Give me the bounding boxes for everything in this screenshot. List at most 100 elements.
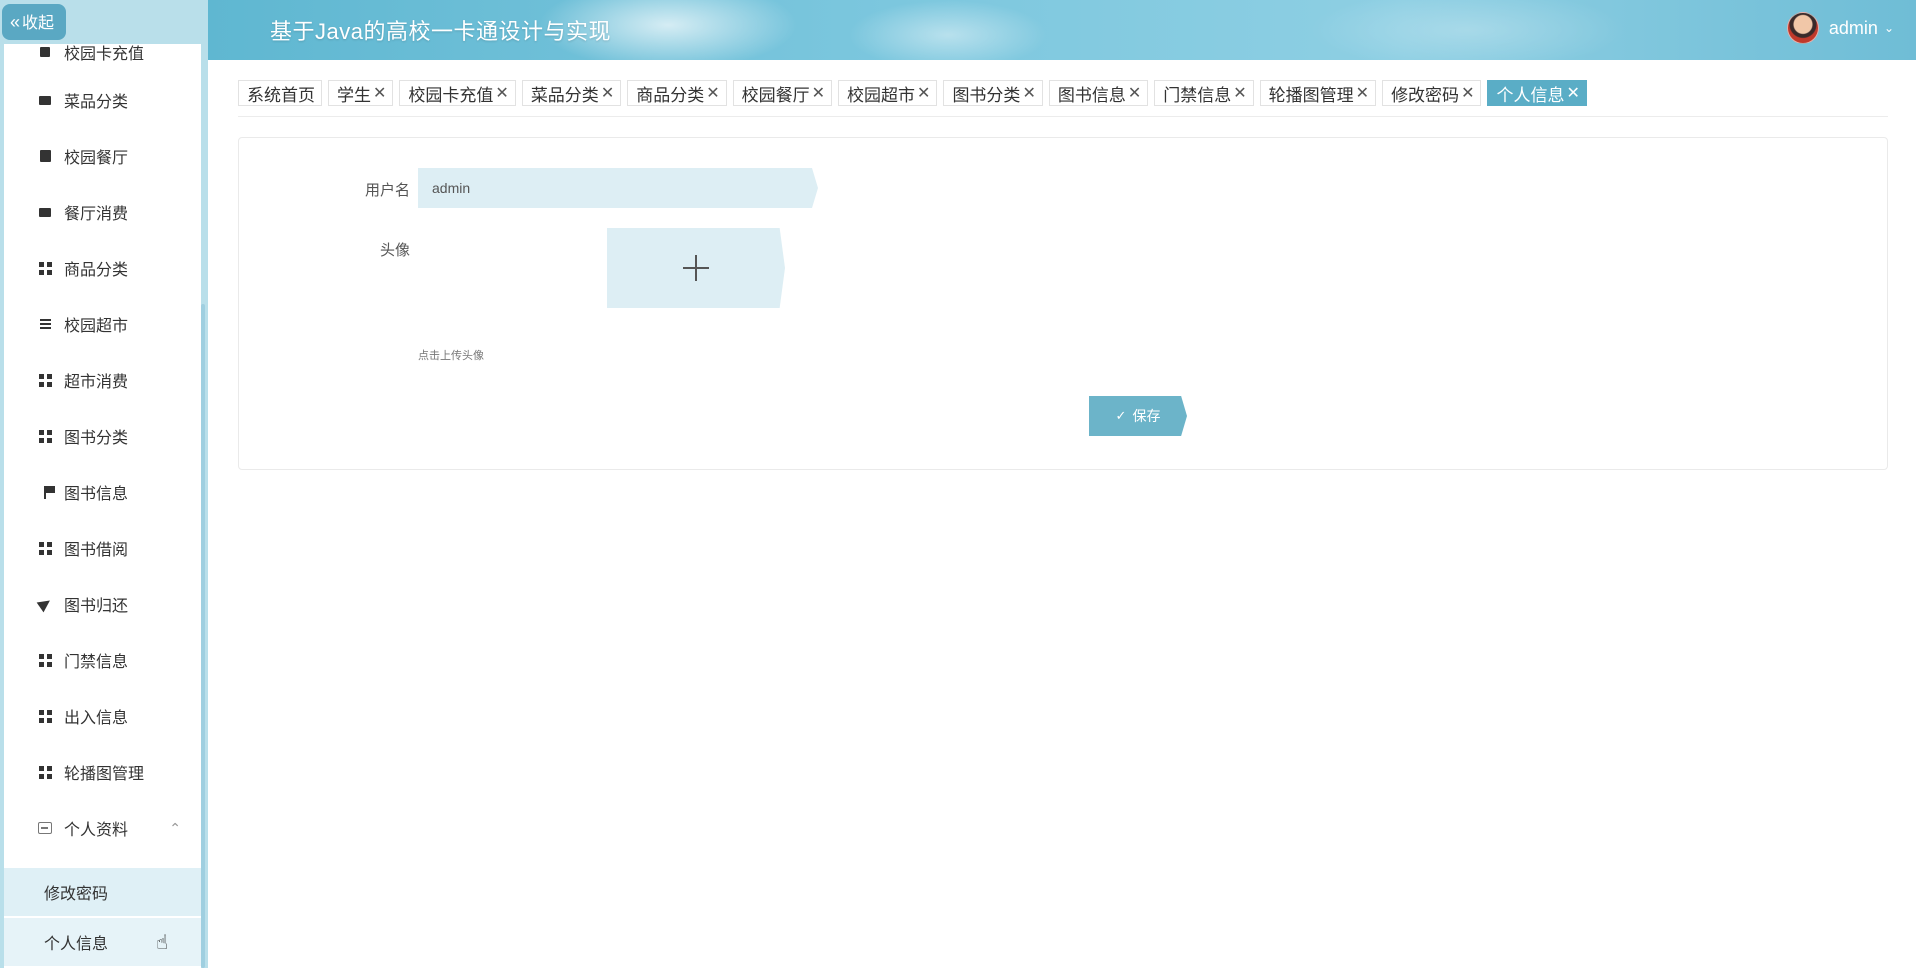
tab-access-control[interactable]: 门禁信息 ✕ bbox=[1154, 80, 1254, 106]
sidebar-item-campus-supermarket[interactable]: 校园超市 bbox=[4, 296, 201, 352]
username-label[interactable]: admin bbox=[1829, 18, 1878, 39]
tab-change-password[interactable]: 修改密码 ✕ bbox=[1382, 80, 1482, 106]
sidebar-item-label: 个人信息 bbox=[44, 936, 109, 953]
tabs-divider bbox=[238, 116, 1888, 117]
grid-icon bbox=[38, 429, 52, 443]
sidebar-item-canteen-consumption[interactable]: 餐厅消费 bbox=[4, 184, 201, 240]
top-header: 基于Java的高校一卡通设计与实现 admin ⌄ bbox=[208, 0, 1916, 60]
tab-label: 系统首页 bbox=[247, 85, 315, 105]
close-icon[interactable]: ✕ bbox=[1356, 83, 1369, 103]
save-button[interactable]: ✓ 保存 bbox=[1089, 396, 1187, 436]
sidebar-item-label: 图书信息 bbox=[64, 486, 129, 503]
chevron-up-icon: ⌃ bbox=[169, 819, 181, 836]
collapse-sidebar-button[interactable]: «收起 bbox=[2, 4, 66, 40]
sidebar-item-label: 超市消费 bbox=[64, 374, 129, 391]
sidebar-item-label: 门禁信息 bbox=[64, 654, 129, 671]
tab-label: 学生 bbox=[337, 85, 371, 105]
tab-label: 校园卡充值 bbox=[408, 85, 494, 105]
sidebar-group-label: 个人资料 bbox=[64, 822, 129, 839]
tab-goods-category[interactable]: 商品分类 ✕ bbox=[627, 80, 727, 106]
sidebar-item-label: 餐厅消费 bbox=[64, 206, 129, 223]
sidebar-item-book-category[interactable]: 图书分类 bbox=[4, 408, 201, 464]
save-label: 保存 bbox=[1132, 408, 1161, 424]
sidebar-scrollbar[interactable] bbox=[201, 304, 205, 968]
tab-campus-card-recharge[interactable]: 校园卡充值 ✕ bbox=[399, 80, 516, 106]
close-icon[interactable]: ✕ bbox=[1566, 83, 1579, 103]
list-icon bbox=[38, 317, 52, 331]
clipboard-icon bbox=[38, 149, 52, 163]
tab-label: 门禁信息 bbox=[1163, 85, 1232, 105]
close-icon[interactable]: ✕ bbox=[1233, 83, 1246, 103]
tab-label: 个人信息 bbox=[1496, 85, 1565, 105]
sidebar-item-label: 校园餐厅 bbox=[64, 150, 129, 167]
sidebar-item-label: 校园超市 bbox=[64, 318, 129, 335]
close-icon[interactable]: ✕ bbox=[1461, 83, 1474, 103]
sidebar-item-carousel-management[interactable]: 轮播图管理 bbox=[4, 744, 201, 800]
sidebar: «收起 校园卡充值 菜品分类 校园餐厅 餐厅消费 商品分类 校园超市 超市消费 … bbox=[0, 0, 208, 968]
sidebar-item-entry-exit[interactable]: 出入信息 bbox=[4, 688, 201, 744]
sidebar-item-label: 校园卡充值 bbox=[64, 46, 145, 63]
grid-icon bbox=[38, 541, 52, 555]
grid-icon bbox=[38, 709, 52, 723]
sidebar-item-personal-info[interactable]: 个人信息 bbox=[4, 918, 201, 966]
tab-label: 修改密码 bbox=[1391, 85, 1460, 105]
tab-personal-info[interactable]: 个人信息 ✕ bbox=[1487, 80, 1587, 106]
avatar-label: 头像 bbox=[379, 242, 410, 259]
chevron-down-icon[interactable]: ⌄ bbox=[1884, 21, 1894, 35]
sidebar-item-change-password[interactable]: 修改密码 bbox=[4, 868, 201, 916]
plus-icon bbox=[683, 255, 709, 281]
close-icon[interactable]: ✕ bbox=[1022, 83, 1035, 103]
tab-campus-supermarket[interactable]: 校园超市 ✕ bbox=[838, 80, 938, 106]
sidebar-item-goods-category[interactable]: 商品分类 bbox=[4, 240, 201, 296]
close-icon[interactable]: ✕ bbox=[601, 83, 614, 103]
monitor-icon bbox=[38, 205, 52, 219]
sidebar-group-profile[interactable]: 个人资料 ⌃ bbox=[4, 800, 201, 856]
tab-book-category[interactable]: 图书分类 ✕ bbox=[943, 80, 1043, 106]
avatar-upload[interactable] bbox=[607, 228, 785, 308]
close-icon[interactable]: ✕ bbox=[812, 83, 825, 103]
sidebar-item-book-info[interactable]: 图书信息 bbox=[4, 464, 201, 520]
close-icon[interactable]: ✕ bbox=[917, 83, 930, 103]
close-icon[interactable]: ✕ bbox=[373, 83, 386, 103]
sidebar-item-label: 图书归还 bbox=[64, 598, 129, 615]
tab-student[interactable]: 学生 ✕ bbox=[328, 80, 394, 106]
close-icon[interactable]: ✕ bbox=[706, 83, 719, 103]
tab-label: 校园餐厅 bbox=[741, 85, 810, 105]
header-cloud-decoration bbox=[1308, 0, 1628, 60]
avatar[interactable] bbox=[1786, 12, 1819, 44]
app-title: 基于Java的高校一卡通设计与实现 bbox=[270, 19, 611, 44]
sidebar-item-label: 出入信息 bbox=[64, 710, 129, 727]
sidebar-item-book-return[interactable]: 图书归还 bbox=[4, 576, 201, 632]
tab-dish-category[interactable]: 菜品分类 ✕ bbox=[521, 80, 622, 106]
collapse-label: 收起 bbox=[22, 15, 55, 32]
sidebar-item-supermarket-consumption[interactable]: 超市消费 bbox=[4, 352, 201, 408]
tab-carousel-management[interactable]: 轮播图管理 ✕ bbox=[1259, 80, 1377, 106]
close-icon[interactable]: ✕ bbox=[1128, 83, 1141, 103]
grid-icon bbox=[38, 765, 52, 779]
chat-icon bbox=[38, 93, 52, 107]
grid-icon bbox=[38, 653, 52, 667]
sidebar-item-book-borrow[interactable]: 图书借阅 bbox=[4, 520, 201, 576]
grid-icon bbox=[38, 373, 52, 387]
sidebar-item-dish-category[interactable]: 菜品分类 bbox=[4, 72, 201, 128]
sidebar-item-access-control[interactable]: 门禁信息 bbox=[4, 632, 201, 688]
user-menu[interactable]: admin ⌄ bbox=[1786, 12, 1894, 44]
tab-book-info[interactable]: 图书信息 ✕ bbox=[1048, 80, 1149, 106]
username-label: 用户名 bbox=[364, 182, 410, 199]
tab-home[interactable]: 系统首页 bbox=[238, 80, 322, 106]
tab-label: 轮播图管理 bbox=[1268, 85, 1354, 105]
sidebar-item-campus-canteen[interactable]: 校园餐厅 bbox=[4, 128, 201, 184]
tab-campus-canteen[interactable]: 校园餐厅 ✕ bbox=[732, 80, 833, 106]
tab-label: 商品分类 bbox=[636, 85, 705, 105]
close-icon[interactable]: ✕ bbox=[495, 83, 508, 103]
username-field[interactable] bbox=[418, 168, 818, 208]
sidebar-item-label: 商品分类 bbox=[64, 262, 129, 279]
upload-hint: 点击上传头像 bbox=[418, 350, 484, 362]
sidebar-menu: 校园卡充值 菜品分类 校园餐厅 餐厅消费 商品分类 校园超市 超市消费 图书分类… bbox=[4, 44, 201, 968]
card-icon bbox=[38, 45, 52, 59]
check-icon: ✓ bbox=[1115, 408, 1127, 423]
sidebar-item-label: 图书借阅 bbox=[64, 542, 129, 559]
sidebar-item-label: 图书分类 bbox=[64, 430, 129, 447]
send-icon bbox=[36, 595, 54, 613]
sidebar-item-label: 修改密码 bbox=[44, 886, 109, 903]
